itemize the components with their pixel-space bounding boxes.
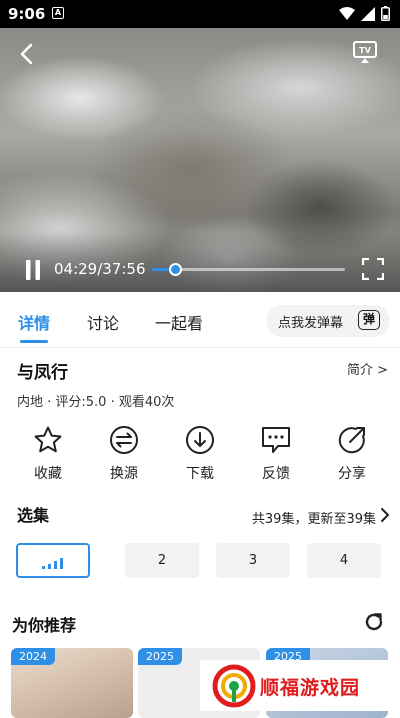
tab-watch-together[interactable]: 一起看 — [155, 310, 203, 334]
episode-button-4[interactable]: 4 — [307, 543, 381, 578]
refresh-icon[interactable] — [364, 612, 384, 632]
cast-tv-icon[interactable]: TV — [352, 40, 378, 64]
episodes-title: 选集 — [17, 506, 50, 525]
status-bar: 9:06 A — [0, 0, 400, 28]
download-label: 下载 — [186, 466, 214, 482]
battery-icon — [381, 6, 390, 21]
share-button[interactable]: 分享 — [320, 425, 384, 489]
star-icon — [34, 426, 62, 453]
status-time: 9:06 — [8, 5, 46, 23]
share-label: 分享 — [338, 466, 366, 482]
feedback-icon — [262, 427, 290, 453]
system-icons — [339, 6, 390, 21]
favorite-label: 收藏 — [34, 466, 62, 482]
tab-active-indicator — [20, 340, 48, 343]
notification-icon: A — [52, 7, 64, 19]
playing-indicator-icon — [42, 557, 63, 569]
episode-button-3[interactable]: 3 — [216, 543, 290, 578]
watermark-logo: 顺福游戏园 — [200, 660, 400, 711]
recommend-card[interactable]: 2024 — [11, 648, 133, 718]
feedback-label: 反馈 — [262, 466, 290, 482]
playback-time: 04:29/37:56 — [54, 260, 146, 278]
feedback-button[interactable]: 反馈 — [244, 425, 308, 489]
download-icon — [186, 426, 214, 454]
danmu-input-button[interactable]: 点我发弹幕 弹 — [266, 305, 390, 337]
switch-source-button[interactable]: 换源 — [92, 425, 156, 489]
watermark-text: 顺福游戏园 — [260, 677, 361, 699]
svg-text:TV: TV — [359, 46, 371, 55]
download-button[interactable]: 下载 — [168, 425, 232, 489]
favorite-button[interactable]: 收藏 — [16, 425, 80, 489]
pause-icon[interactable] — [24, 259, 42, 281]
tab-details[interactable]: 详情 — [18, 310, 50, 334]
tab-discussion[interactable]: 讨论 — [87, 310, 119, 334]
year-badge: 2025 — [138, 648, 182, 665]
progress-bar[interactable] — [152, 263, 345, 276]
recommend-title: 为你推荐 — [12, 616, 77, 635]
fullscreen-icon[interactable] — [362, 258, 384, 280]
year-badge: 2024 — [11, 648, 55, 665]
show-meta: 内地 · 评分:5.0 · 观看40次 — [17, 395, 175, 410]
watermark-logo-icon — [212, 664, 256, 708]
show-title: 与凤行 — [17, 363, 68, 383]
wifi-icon — [339, 6, 355, 20]
progress-knob[interactable] — [168, 263, 182, 276]
switch-source-icon — [110, 426, 138, 454]
back-icon[interactable] — [16, 42, 40, 66]
signal-icon — [361, 6, 375, 21]
share-icon — [338, 427, 365, 454]
episode-button-2[interactable]: 2 — [125, 543, 199, 578]
video-player[interactable] — [0, 28, 400, 292]
episodes-summary[interactable]: 共39集，更新至39集 — [252, 508, 376, 527]
episode-button-1[interactable] — [16, 543, 90, 578]
intro-link[interactable]: 简介 > — [347, 359, 388, 378]
danmu-toggle-icon[interactable]: 弹 — [358, 310, 380, 330]
switch-source-label: 换源 — [110, 466, 138, 482]
danmu-placeholder: 点我发弹幕 — [278, 316, 344, 331]
chevron-right-icon[interactable] — [380, 507, 390, 523]
